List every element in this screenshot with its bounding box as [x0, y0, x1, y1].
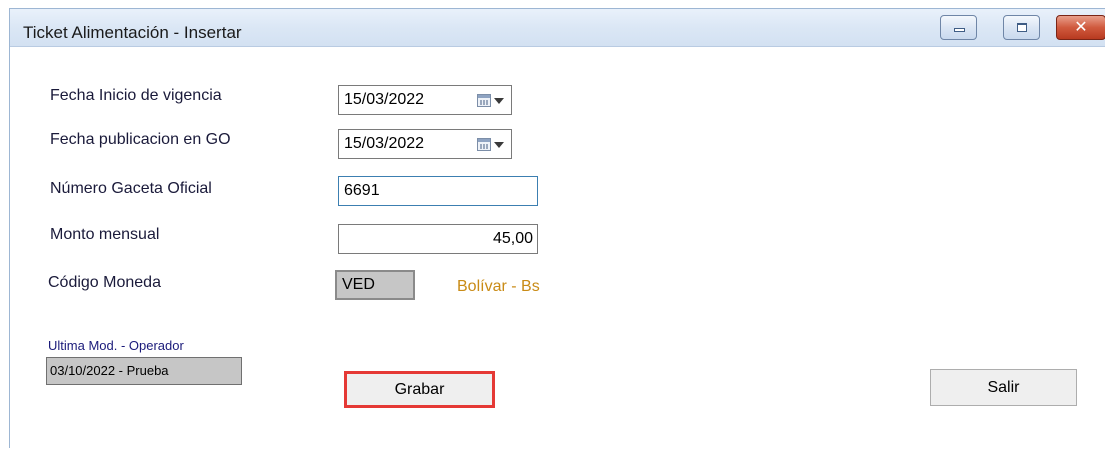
fecha-publicacion-value: 15/03/2022 [344, 135, 425, 152]
ticket-alimentacion-window: Ticket Alimentación - Insertar ✕ Fecha I… [9, 8, 1105, 449]
fecha-publicacion-datepicker[interactable]: 15/03/2022 [338, 129, 512, 159]
fecha-publicacion-label: Fecha publicacion en GO [50, 131, 231, 148]
fecha-inicio-label: Fecha Inicio de vigencia [50, 87, 222, 104]
calendar-dropdown-icon[interactable] [477, 93, 504, 109]
fecha-inicio-datepicker[interactable]: 15/03/2022 [338, 85, 512, 115]
calendar-icon [477, 94, 491, 107]
window-title: Ticket Alimentación - Insertar [23, 23, 242, 42]
minimize-button[interactable] [940, 15, 977, 40]
ultima-mod-value: 03/10/2022 - Prueba [46, 357, 242, 385]
codigo-moneda-label: Código Moneda [48, 274, 161, 291]
chevron-down-icon [494, 142, 504, 148]
close-button[interactable]: ✕ [1056, 15, 1105, 40]
minimize-icon [954, 28, 965, 32]
maximize-icon [1017, 23, 1027, 32]
maximize-button[interactable] [1003, 15, 1040, 40]
title-bar[interactable]: Ticket Alimentación - Insertar ✕ [10, 9, 1105, 47]
calendar-icon [477, 138, 491, 151]
ultima-mod-label: Ultima Mod. - Operador [48, 338, 184, 353]
monto-mensual-label: Monto mensual [50, 226, 160, 243]
codigo-moneda-field[interactable]: VED [335, 270, 415, 300]
close-icon: ✕ [1074, 17, 1088, 36]
fecha-inicio-value: 15/03/2022 [344, 91, 425, 108]
salir-button[interactable]: Salir [930, 369, 1077, 406]
chevron-down-icon [494, 98, 504, 104]
numero-gaceta-input[interactable]: 6691 [338, 176, 538, 206]
calendar-dropdown-icon[interactable] [477, 137, 504, 153]
numero-gaceta-label: Número Gaceta Oficial [50, 180, 212, 197]
grabar-button[interactable]: Grabar [344, 371, 495, 408]
monto-mensual-input[interactable]: 45,00 [338, 224, 538, 254]
moneda-description: Bolívar - Bs [457, 278, 540, 295]
form-content: Fecha Inicio de vigencia 15/03/2022 Fech… [10, 48, 1105, 449]
